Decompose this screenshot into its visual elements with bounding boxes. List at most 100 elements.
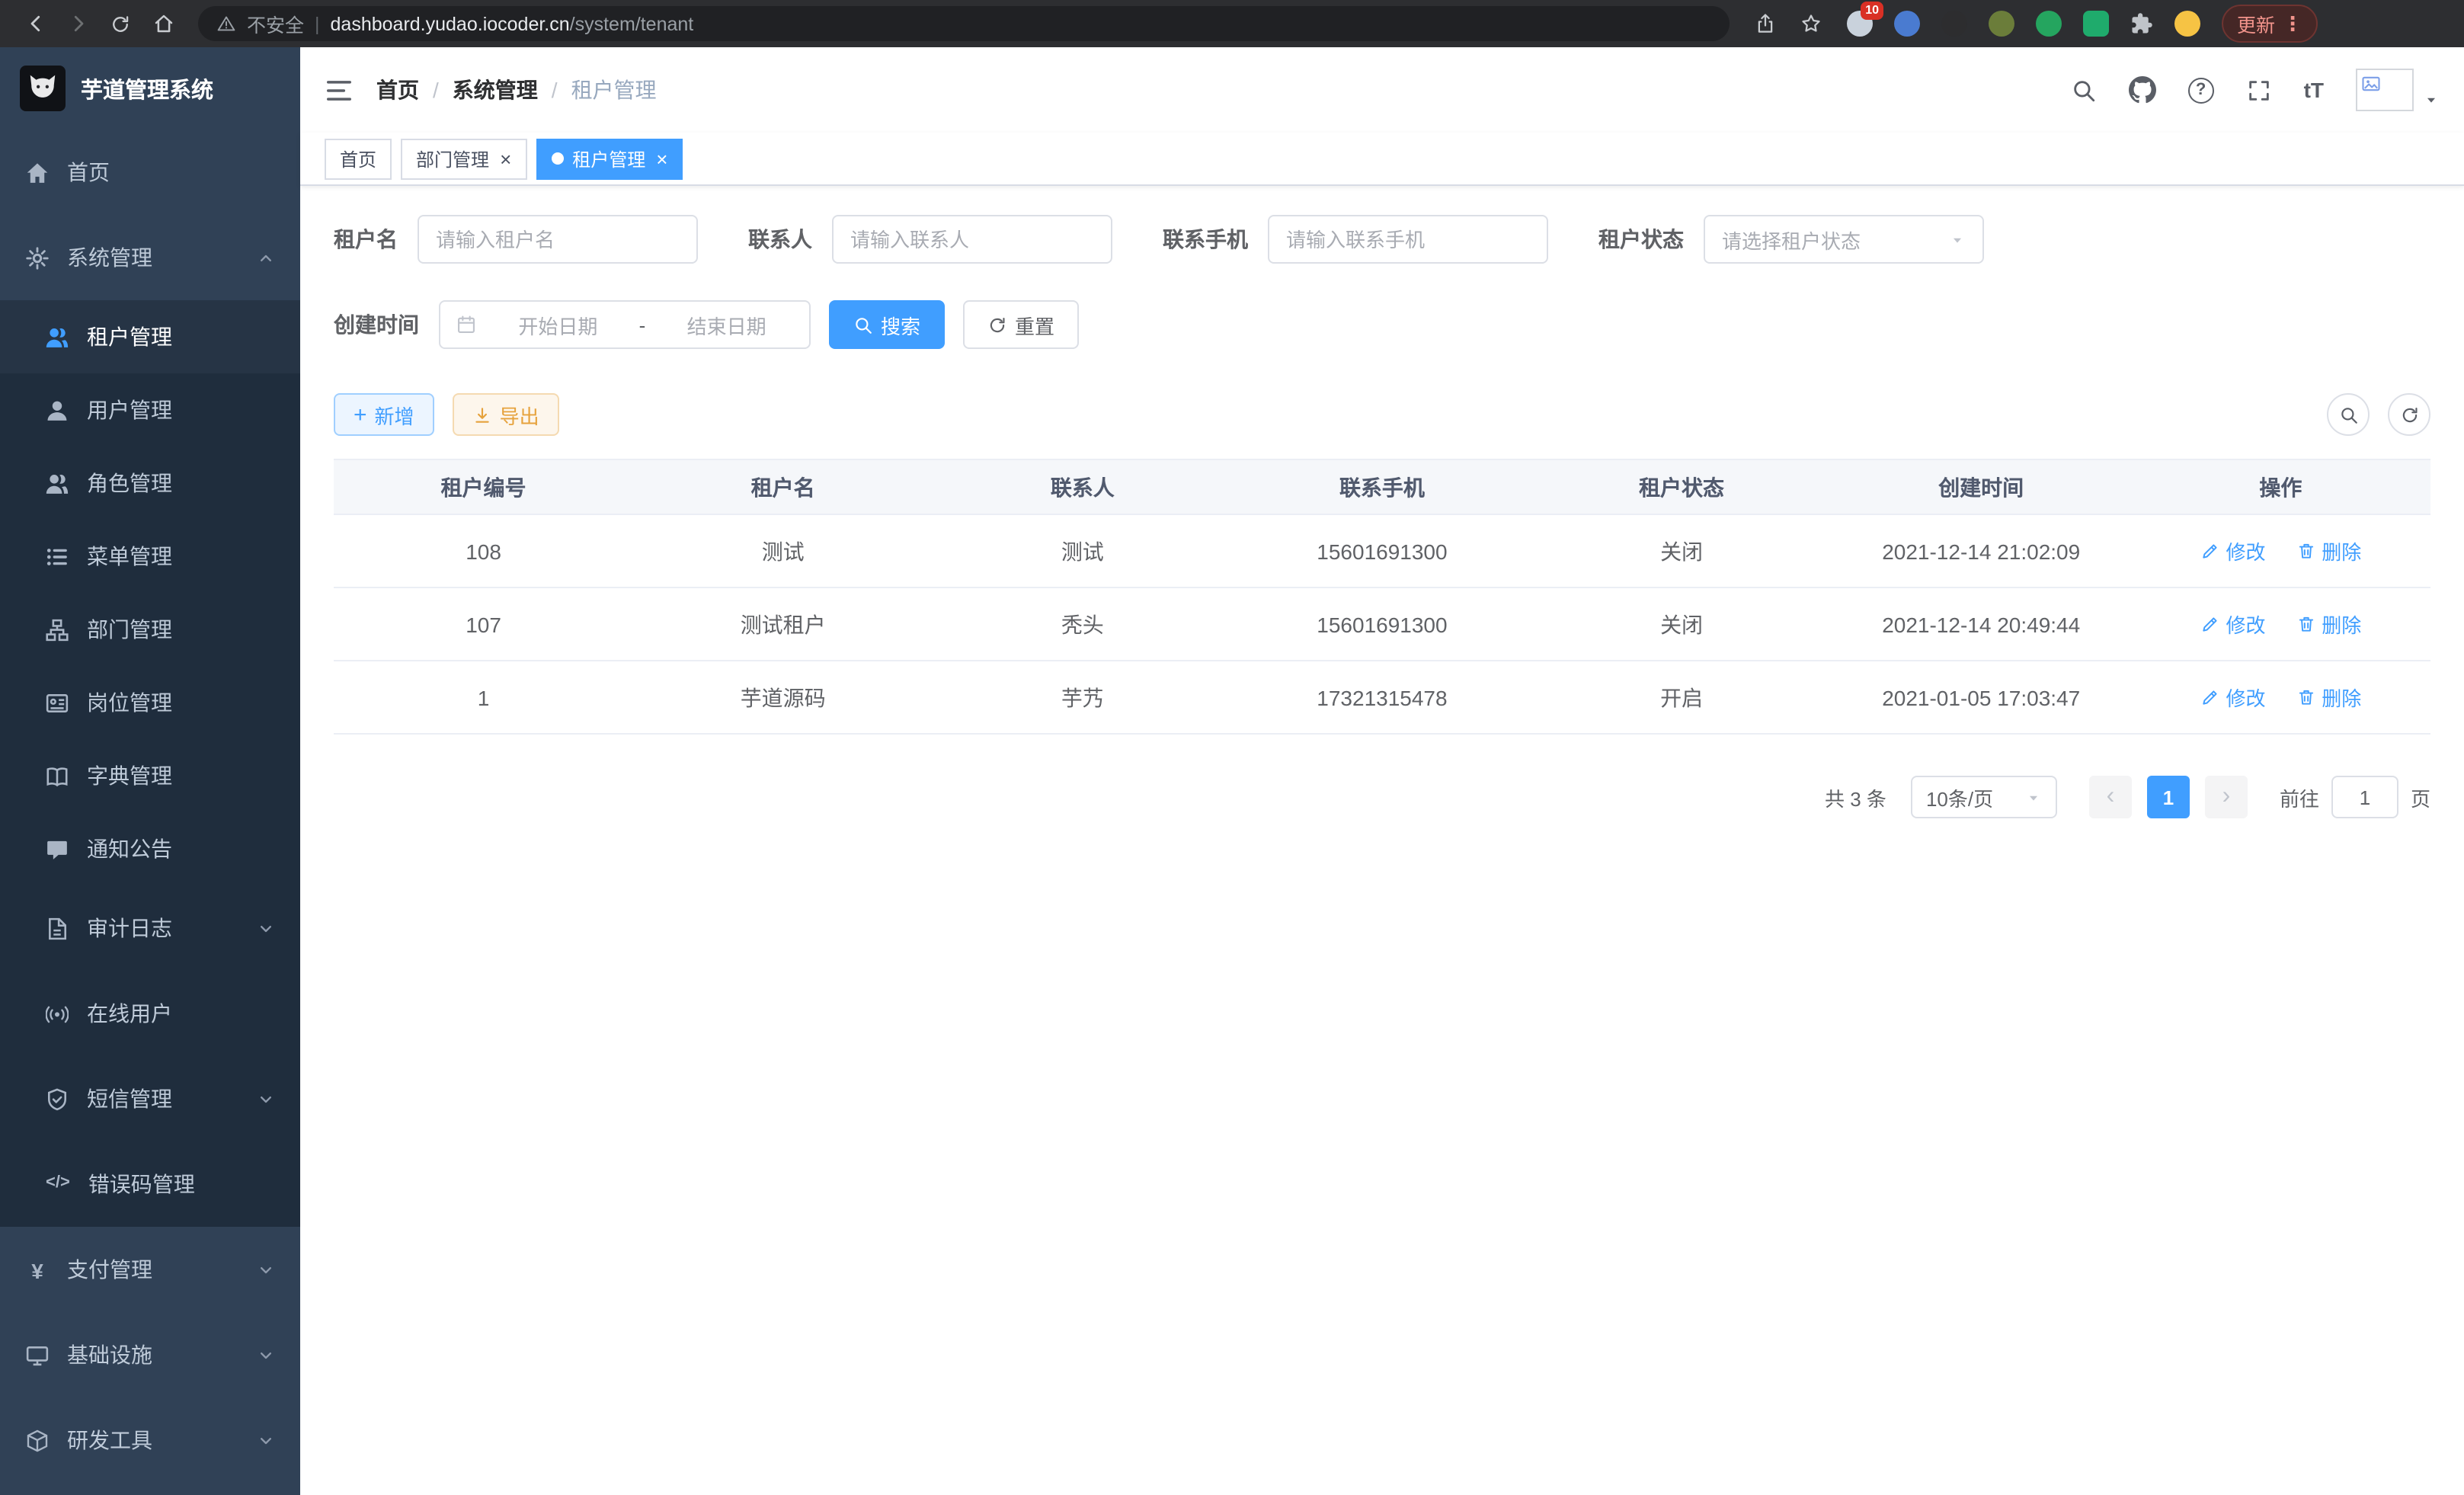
cell-created: 2021-12-14 21:02:09 xyxy=(1832,514,2131,587)
extension-badge: 10 xyxy=(1861,2,1883,20)
extension-icon-3[interactable] xyxy=(1941,11,1967,37)
tab-tenant[interactable]: 租户管理 × xyxy=(536,138,683,179)
address-bar[interactable]: 不安全 | dashboard.yudao.iocoder.cn/system/… xyxy=(198,6,1730,41)
toggle-search-button[interactable] xyxy=(2327,393,2370,436)
browser-forward-button[interactable] xyxy=(58,4,98,43)
font-size-icon[interactable]: tT xyxy=(2304,78,2324,102)
edit-button[interactable]: 修改 xyxy=(2200,683,2265,712)
col-created: 创建时间 xyxy=(1832,459,2131,514)
page-number-button[interactable]: 1 xyxy=(2147,776,2190,818)
delete-button[interactable]: 删除 xyxy=(2296,610,2361,639)
sidebar-item-infra[interactable]: 基础设施 xyxy=(0,1312,300,1397)
app-logo[interactable]: 芋道管理系统 xyxy=(0,47,300,130)
sidebar-item-menu[interactable]: 菜单管理 xyxy=(0,520,300,593)
sidebar-item-online-users[interactable]: 在线用户 xyxy=(0,971,300,1056)
sidebar-item-user[interactable]: 用户管理 xyxy=(0,373,300,447)
tenant-name-input[interactable] xyxy=(418,215,698,264)
fullscreen-icon[interactable] xyxy=(2246,77,2272,103)
profile-avatar[interactable] xyxy=(2174,11,2200,37)
sidebar-item-tenant[interactable]: 租户管理 xyxy=(0,300,300,373)
sidebar-item-dept[interactable]: 部门管理 xyxy=(0,593,300,666)
sidebar-item-role[interactable]: 角色管理 xyxy=(0,447,300,520)
user-avatar-menu[interactable] xyxy=(2356,69,2440,111)
delete-label: 删除 xyxy=(2322,683,2361,712)
security-label: 不安全 xyxy=(247,9,304,38)
goto-page-input[interactable] xyxy=(2331,776,2398,818)
create-time-label: 创建时间 xyxy=(334,309,419,340)
logo-image xyxy=(20,66,66,111)
prev-page-button[interactable]: ‹ xyxy=(2089,776,2132,818)
col-contact: 联系人 xyxy=(933,459,1232,514)
tab-home[interactable]: 首页 xyxy=(325,138,392,179)
breadcrumb-home[interactable]: 首页 xyxy=(376,75,419,105)
org-tree-icon xyxy=(46,618,69,641)
caret-down-icon xyxy=(1949,231,1966,248)
contact-input[interactable] xyxy=(832,215,1112,264)
sidebar-item-audit-log[interactable]: 审计日志 xyxy=(0,885,300,971)
download-icon xyxy=(472,405,492,424)
sidebar-item-pay[interactable]: ¥ 支付管理 xyxy=(0,1227,300,1312)
breadcrumb-current: 租户管理 xyxy=(571,75,657,105)
signal-icon xyxy=(46,1002,69,1025)
next-page-button[interactable]: › xyxy=(2205,776,2248,818)
header-search-icon[interactable] xyxy=(2071,77,2097,103)
extension-icon-6[interactable] xyxy=(2083,11,2109,37)
sidebar-item-error-code[interactable]: </> 错误码管理 xyxy=(0,1141,300,1227)
sidebar-item-post[interactable]: 岗位管理 xyxy=(0,666,300,739)
sidebar-item-label: 支付管理 xyxy=(67,1254,152,1285)
cell-tenant-id: 108 xyxy=(334,514,633,587)
delete-button[interactable]: 删除 xyxy=(2296,536,2361,565)
edit-button[interactable]: 修改 xyxy=(2200,536,2265,565)
cell-status: 关闭 xyxy=(1532,587,1832,661)
sidebar-item-label: 菜单管理 xyxy=(87,541,172,571)
export-button[interactable]: 导出 xyxy=(453,393,559,436)
share-button[interactable] xyxy=(1754,12,1777,35)
sidebar-item-home[interactable]: 首页 xyxy=(0,130,300,215)
page-content: 租户名 联系人 联系手机 租户状态 请选择租户状态 xyxy=(300,186,2464,1495)
app-title: 芋道管理系统 xyxy=(81,72,213,104)
navbar-actions: ? tT xyxy=(2071,69,2440,111)
github-icon[interactable] xyxy=(2129,76,2156,104)
breadcrumb-system[interactable]: 系统管理 xyxy=(453,75,538,105)
browser-reload-button[interactable] xyxy=(101,4,140,43)
sidebar-item-dict[interactable]: 字典管理 xyxy=(0,739,300,812)
extension-icon-5[interactable] xyxy=(2036,11,2062,37)
help-icon[interactable]: ? xyxy=(2188,77,2214,103)
sidebar-item-notice[interactable]: 通知公告 xyxy=(0,812,300,885)
status-select[interactable]: 请选择租户状态 xyxy=(1704,215,1984,264)
sidebar-item-tools[interactable]: 研发工具 xyxy=(0,1397,300,1483)
date-range-picker[interactable]: 开始日期 - 结束日期 xyxy=(439,300,811,349)
close-icon[interactable]: × xyxy=(656,149,667,168)
refresh-table-button[interactable] xyxy=(2388,393,2430,436)
omnibox-actions xyxy=(1754,12,1822,35)
sidebar-collapse-icon[interactable] xyxy=(325,75,354,104)
page-size-select[interactable]: 10条/页 xyxy=(1911,776,2057,818)
browser-home-button[interactable] xyxy=(143,4,183,43)
sidebar-item-sms[interactable]: 短信管理 xyxy=(0,1056,300,1141)
tab-dept[interactable]: 部门管理 × xyxy=(401,138,526,179)
document-icon xyxy=(46,917,69,940)
browser-update-button[interactable]: 更新 ⋮ xyxy=(2222,5,2318,43)
close-icon[interactable]: × xyxy=(500,149,511,168)
bookmark-star-button[interactable] xyxy=(1800,12,1822,35)
chevron-down-icon xyxy=(258,1261,274,1278)
delete-button[interactable]: 删除 xyxy=(2296,683,2361,712)
reset-button[interactable]: 重置 xyxy=(963,300,1079,349)
edit-pencil-icon xyxy=(2200,614,2219,634)
phone-input[interactable] xyxy=(1268,215,1548,264)
sidebar-item-system[interactable]: 系统管理 xyxy=(0,215,300,300)
table-header-row: 租户编号 租户名 联系人 联系手机 租户状态 创建时间 操作 xyxy=(334,459,2430,514)
browser-back-button[interactable] xyxy=(15,4,55,43)
edit-button[interactable]: 修改 xyxy=(2200,610,2265,639)
sidebar-item-label: 研发工具 xyxy=(67,1425,152,1455)
extension-icon-1[interactable]: 10 xyxy=(1847,11,1873,37)
menu-list-icon xyxy=(46,545,69,568)
chevron-left-icon: ‹ xyxy=(2107,783,2115,811)
search-button[interactable]: 搜索 xyxy=(829,300,945,349)
extensions-puzzle-icon[interactable] xyxy=(2130,12,2153,35)
cell-actions: 修改 删除 xyxy=(2131,661,2430,734)
add-button[interactable]: + 新增 xyxy=(334,393,434,436)
extension-icon-4[interactable] xyxy=(1989,11,2014,37)
plus-icon: + xyxy=(354,403,367,426)
extension-icon-2[interactable] xyxy=(1894,11,1920,37)
